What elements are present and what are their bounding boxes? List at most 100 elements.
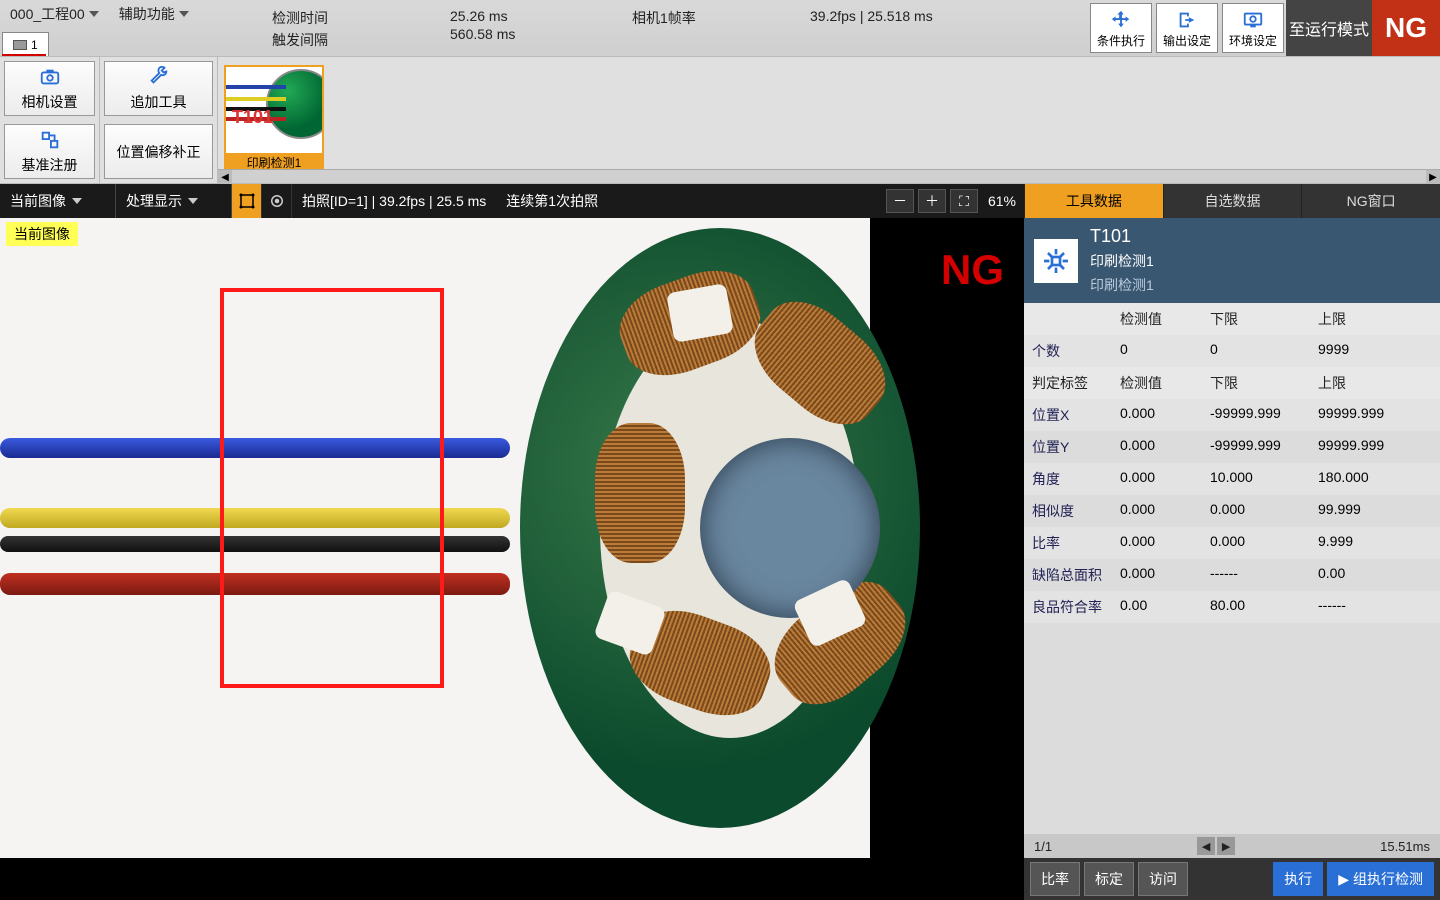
image-pane[interactable]: 当前图像 NG (0, 218, 1024, 900)
camera-setting-label: 相机设置 (22, 92, 78, 112)
add-tool-button[interactable]: 追加工具 (104, 61, 213, 116)
row-upper: ------ (1310, 591, 1440, 623)
chevron-down-icon (179, 11, 189, 17)
row-value: 0.000 (1112, 559, 1202, 591)
register-icon (39, 129, 61, 151)
tool-subname: 印刷检测1 (1090, 275, 1154, 295)
tab-ng-window[interactable]: NG窗口 (1301, 184, 1440, 218)
thumbnail-scrollbar[interactable]: ◀ ▶ (218, 169, 1440, 183)
camera-rate-label: 相机1帧率 (632, 8, 696, 28)
ref-register-button[interactable]: 基准注册 (4, 124, 95, 179)
region-tool-button[interactable] (232, 184, 262, 218)
row-label: 相似度 (1024, 495, 1112, 527)
project-tab-1[interactable]: 1 (2, 32, 49, 56)
process-display-dd-label: 处理显示 (126, 191, 182, 211)
tab-custom-data-label: 自选数据 (1205, 191, 1261, 211)
scroll-right-icon[interactable]: ▶ (1426, 170, 1440, 184)
zoom-out-button[interactable]: － (886, 189, 914, 213)
calibrate-button[interactable]: 标定 (1084, 862, 1134, 896)
tab-underline (2, 54, 46, 56)
pager-next-button[interactable]: ▶ (1217, 837, 1235, 855)
ratio-button[interactable]: 比率 (1030, 862, 1080, 896)
left-tools: 相机设置 基准注册 (0, 57, 100, 183)
mid-tools: 追加工具 位置偏移补正 (100, 57, 218, 183)
group-execute-button[interactable]: ▶组执行检测 (1327, 862, 1434, 896)
side-panel: T101 印刷检测1 印刷检测1 检测值 下限 上限 个数009999 判定标签… (1024, 218, 1440, 900)
table-header-1: 检测值 下限 上限 (1024, 303, 1440, 335)
pos-offset-button[interactable]: 位置偏移补正 (104, 124, 213, 179)
camera-icon (13, 40, 27, 50)
capture-tool-button[interactable] (262, 184, 292, 218)
region-icon (238, 192, 256, 210)
access-button[interactable]: 访问 (1138, 862, 1188, 896)
row-value: 0.000 (1112, 431, 1202, 463)
cond-exec-button[interactable]: 条件执行 (1090, 3, 1152, 53)
tool-icon (1034, 239, 1078, 283)
table-row: 比率0.0000.0009.999 (1024, 527, 1440, 559)
row-value: 0.000 (1112, 463, 1202, 495)
env-set-label: 环境设定 (1229, 32, 1277, 49)
process-display-dropdown[interactable]: 处理显示 (116, 184, 232, 218)
table-row: 角度0.00010.000180.000 (1024, 463, 1440, 495)
row-lower: -99999.999 (1202, 399, 1310, 431)
table-row: 位置Y0.000-99999.99999999.999 (1024, 431, 1440, 463)
tool-header: T101 印刷检测1 印刷检测1 (1024, 218, 1440, 303)
camera-rate-value: 39.2fps | 25.518 ms (810, 8, 933, 24)
continuous-info: 连续第1次拍照 (496, 191, 608, 211)
current-image-dropdown[interactable]: 当前图像 (0, 184, 116, 218)
cond-exec-label: 条件执行 (1097, 32, 1145, 49)
detect-time-label: 检测时间 (272, 8, 328, 28)
tab-custom-data[interactable]: 自选数据 (1163, 184, 1302, 218)
project-menu-label: 000_工程00 (10, 4, 85, 24)
table-row: 相似度0.0000.00099.999 (1024, 495, 1440, 527)
ref-register-label: 基准注册 (22, 155, 78, 175)
run-mode-button[interactable]: 至运行模式 (1286, 0, 1372, 56)
add-tool-label: 追加工具 (131, 92, 187, 112)
pager-prev-button[interactable]: ◀ (1197, 837, 1215, 855)
zoom-in-button[interactable]: ＋ (918, 189, 946, 213)
thumbnail-strip: T101 印刷检测1 ◀ ▶ (218, 57, 1440, 183)
footer-time: 15.51ms (1380, 839, 1430, 854)
trigger-interval-value: 560.58 ms (450, 26, 515, 42)
current-image-dd-label: 当前图像 (10, 191, 66, 211)
project-menu[interactable]: 000_工程00 (4, 2, 105, 26)
aux-menu[interactable]: 辅助功能 (113, 2, 195, 26)
output-set-button[interactable]: 输出设定 (1156, 3, 1218, 53)
output-set-label: 输出设定 (1163, 32, 1211, 49)
row-value: 0 (1112, 335, 1202, 367)
camera-setting-button[interactable]: 相机设置 (4, 61, 95, 116)
row-value: 0.000 (1112, 527, 1202, 559)
execute-button[interactable]: 执行 (1273, 862, 1323, 896)
zoom-in-icon: ＋ (925, 191, 939, 211)
topbar-left: 000_工程00 辅助功能 1 (0, 0, 260, 56)
table-row: 个数009999 (1024, 335, 1440, 367)
table-row: 位置X0.000-99999.99999999.999 (1024, 399, 1440, 431)
table-row: 缺陷总面积0.000------0.00 (1024, 559, 1440, 591)
row-upper: 99.999 (1310, 495, 1440, 527)
chevron-down-icon (188, 198, 198, 204)
row-value: 0.000 (1112, 495, 1202, 527)
row-upper: 99999.999 (1310, 399, 1440, 431)
fit-button[interactable]: ⛶ (950, 189, 978, 213)
row-lower: 0 (1202, 335, 1310, 367)
tab-tool-data-label: 工具数据 (1066, 191, 1122, 211)
thumbnail-image: T101 (226, 67, 322, 153)
wrench-icon (148, 66, 170, 88)
output-set-icon (1173, 8, 1201, 32)
row-upper: 99999.999 (1310, 431, 1440, 463)
row-label: 良品符合率 (1024, 591, 1112, 623)
row-label: 个数 (1024, 335, 1112, 367)
top-bar: 000_工程00 辅助功能 1 检测时间 触发间隔 25.26 ms 560.5… (0, 0, 1440, 56)
tool-thumbnail-t101[interactable]: T101 印刷检测1 (224, 65, 324, 175)
fit-icon: ⛶ (959, 193, 969, 210)
roi-rectangle[interactable] (220, 288, 444, 688)
row-lower: 0.000 (1202, 495, 1310, 527)
row-upper: 9.999 (1310, 527, 1440, 559)
row-label: 比率 (1024, 527, 1112, 559)
side-footer: 1/1 ◀ ▶ 15.51ms 比率 标定 访问 执行 ▶组执行检测 (1024, 834, 1440, 900)
tab-tool-data[interactable]: 工具数据 (1024, 184, 1163, 218)
thumbnail-label: T101 (232, 107, 273, 128)
scroll-left-icon[interactable]: ◀ (218, 170, 232, 184)
row-lower: 0.000 (1202, 527, 1310, 559)
env-set-button[interactable]: 环境设定 (1222, 3, 1284, 53)
